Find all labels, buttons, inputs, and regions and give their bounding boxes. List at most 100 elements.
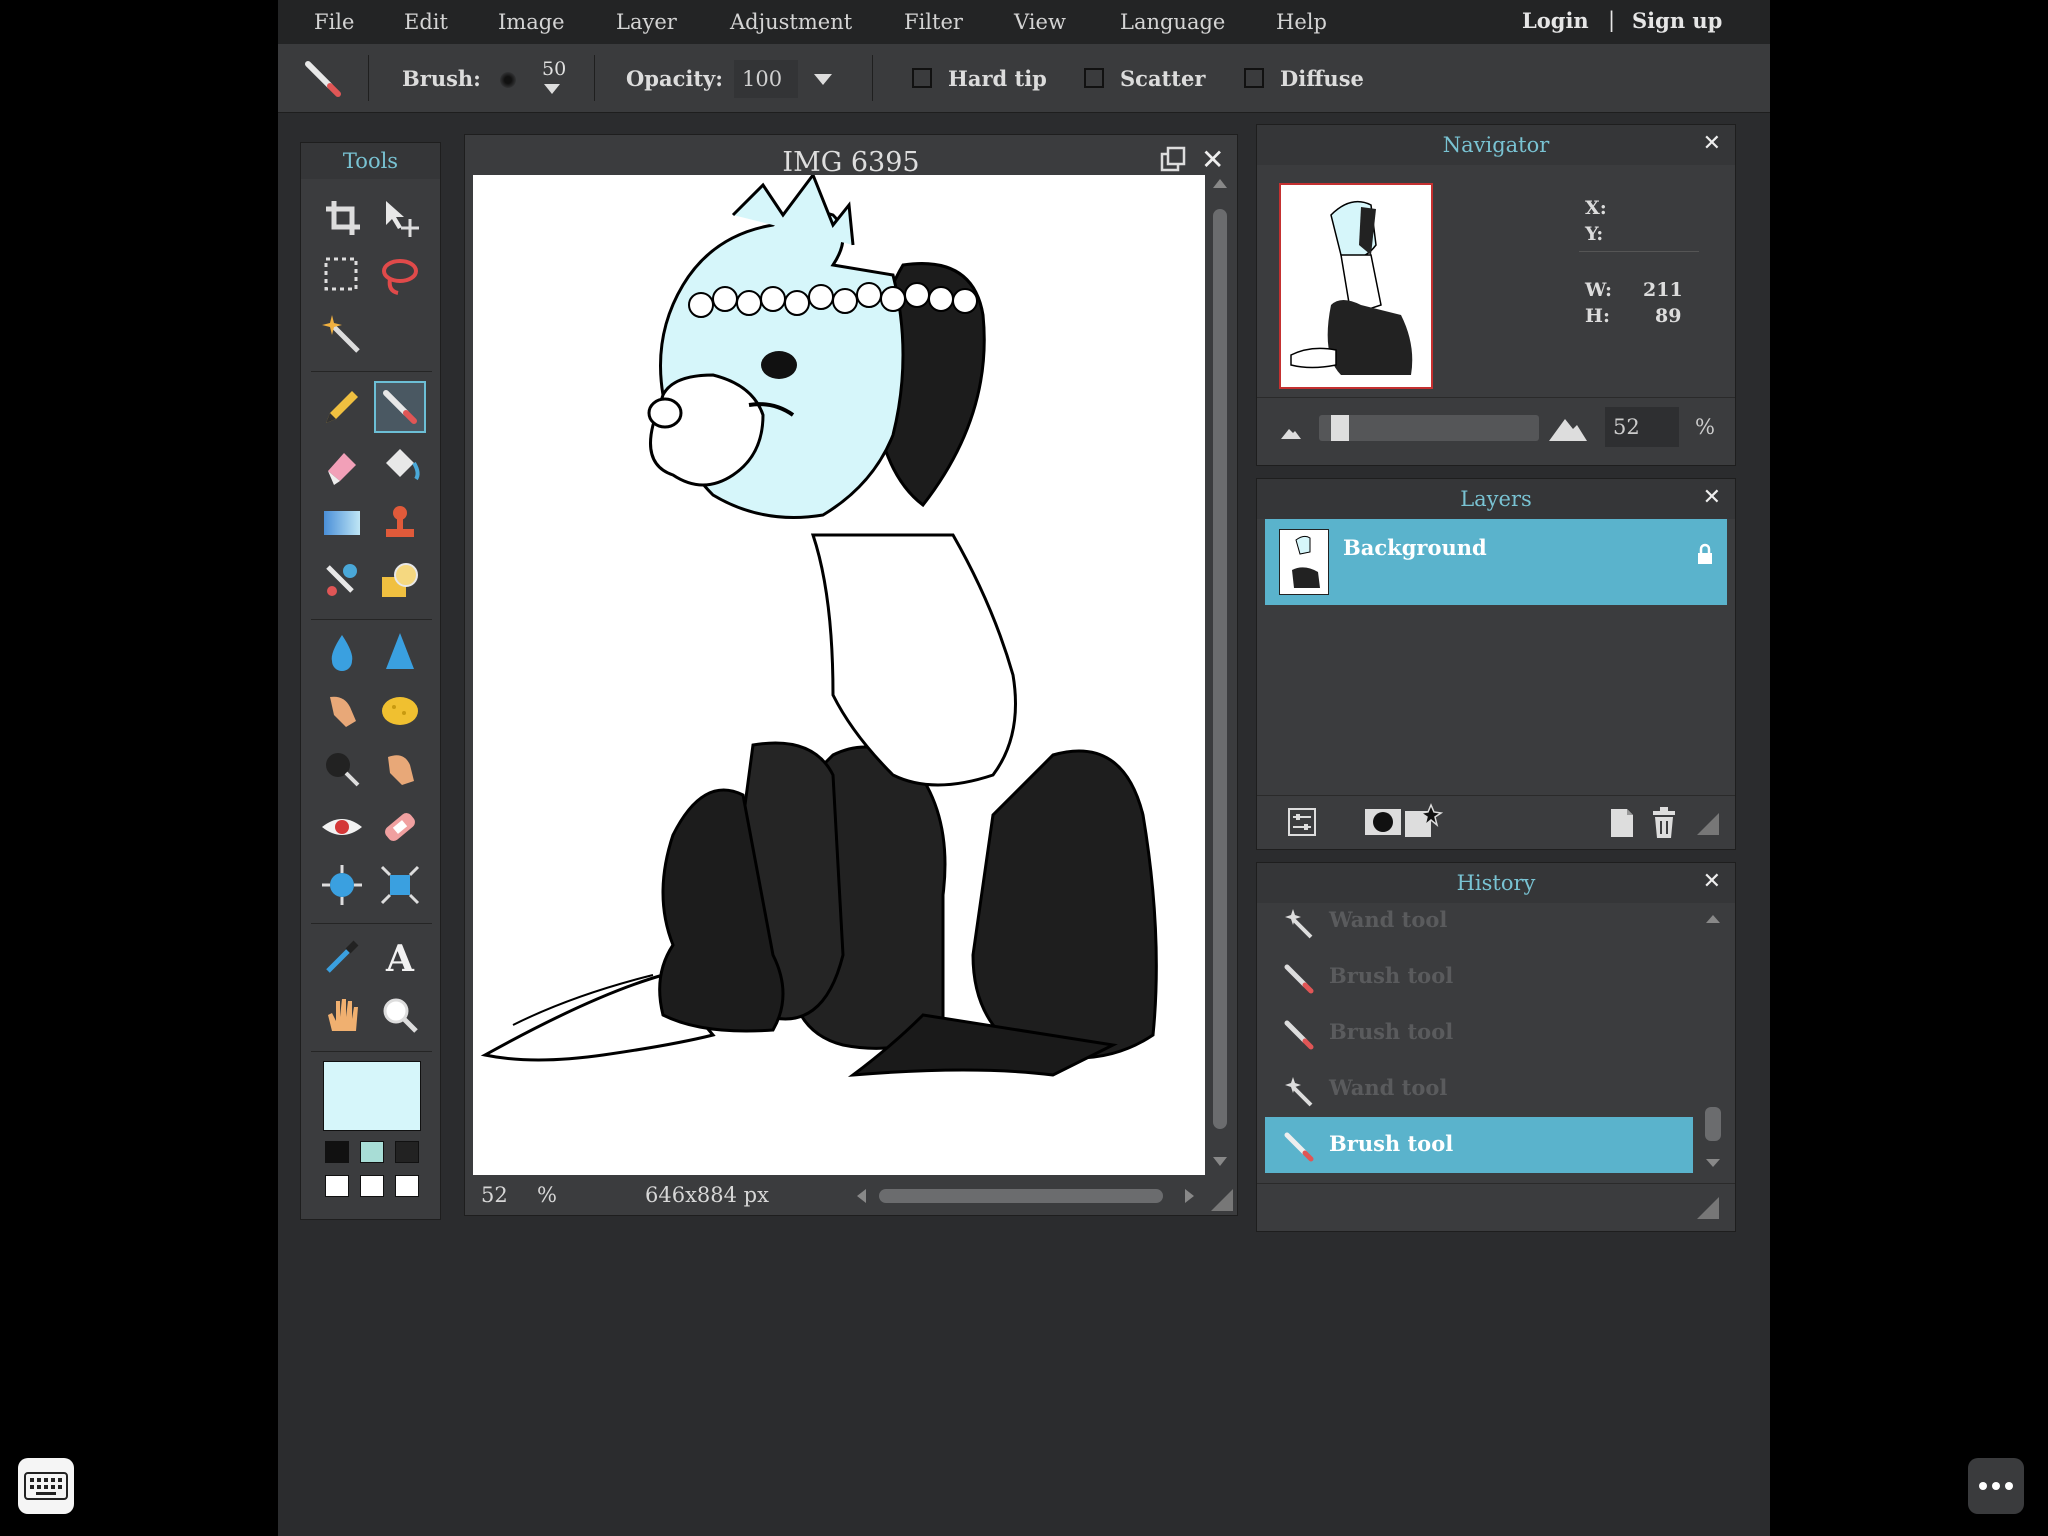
brush-preview-icon[interactable] [500, 72, 516, 88]
navigator-zoom-unit: % [1695, 415, 1715, 439]
zoom-slider-thumb[interactable] [1331, 415, 1349, 441]
menu-image[interactable]: Image [498, 10, 565, 34]
new-layer-icon[interactable] [1609, 807, 1635, 839]
sharpen-tool-icon[interactable] [376, 629, 424, 677]
zoom-in-icon[interactable] [1547, 413, 1589, 443]
smudge-tool-icon[interactable] [318, 687, 366, 735]
color-swatch[interactable] [395, 1141, 419, 1163]
brush-tool-icon[interactable] [374, 381, 426, 433]
layer-styles-icon[interactable] [1403, 803, 1444, 839]
text-tool-icon[interactable]: A [376, 933, 424, 981]
status-bar: 52 % 646x884 px [473, 1179, 1205, 1213]
layers-panel: Layers ✕ Background [1256, 478, 1736, 850]
resize-handle-icon[interactable] [1211, 1189, 1233, 1211]
navigator-zoom-input[interactable]: 52 [1605, 407, 1679, 447]
signup-link[interactable]: Sign up [1632, 8, 1722, 33]
opacity-input[interactable]: 100 [734, 60, 798, 98]
color-swatch[interactable] [325, 1175, 349, 1197]
primary-color-swatch[interactable] [323, 1061, 421, 1131]
crop-tool-icon[interactable] [318, 193, 366, 241]
editor-app: File Edit Image Layer Adjustment Filter … [278, 0, 1770, 1536]
spot-heal-tool-icon[interactable] [376, 803, 424, 851]
navigator-thumbnail[interactable] [1279, 183, 1433, 389]
menu-help[interactable]: Help [1276, 10, 1327, 34]
pencil-tool-icon[interactable] [318, 383, 366, 431]
scatter-checkbox[interactable] [1084, 68, 1104, 88]
history-item[interactable]: Brush tool [1265, 1005, 1693, 1061]
menu-language[interactable]: Language [1120, 10, 1225, 34]
more-options-button[interactable] [1968, 1458, 2024, 1514]
vertical-scroll-thumb[interactable] [1213, 209, 1227, 1129]
history-close-icon[interactable]: ✕ [1703, 869, 1721, 894]
menu-layer[interactable]: Layer [616, 10, 677, 34]
menu-adjustment[interactable]: Adjustment [730, 10, 852, 34]
history-scroll-up-icon[interactable] [1706, 915, 1720, 923]
color-swatch[interactable] [395, 1175, 419, 1197]
history-item[interactable]: Wand tool [1265, 903, 1693, 949]
scroll-down-icon[interactable] [1213, 1157, 1227, 1166]
zoom-value[interactable]: 52 [481, 1183, 508, 1207]
move-tool-icon[interactable] [376, 193, 424, 241]
color-swatch[interactable] [325, 1141, 349, 1163]
sponge-tool-icon[interactable] [376, 687, 424, 735]
scroll-left-icon[interactable] [857, 1189, 866, 1203]
history-item-selected[interactable]: Brush tool [1265, 1117, 1693, 1173]
bloat-tool-icon[interactable] [318, 861, 366, 909]
diffuse-checkbox[interactable] [1244, 68, 1264, 88]
eraser-tool-icon[interactable] [318, 441, 366, 489]
image-canvas[interactable] [473, 175, 1205, 1175]
brush-size-dropdown-icon[interactable] [544, 84, 560, 94]
hand-tool-icon[interactable] [318, 991, 366, 1039]
opacity-dropdown-icon[interactable] [814, 74, 832, 85]
lasso-tool-icon[interactable] [376, 251, 424, 299]
layer-mask-icon[interactable] [1363, 807, 1403, 837]
brush-icon [1284, 1132, 1314, 1162]
blur-tool-icon[interactable] [318, 629, 366, 677]
zoom-tool-icon[interactable] [376, 991, 424, 1039]
login-link[interactable]: Login [1522, 8, 1589, 33]
zoom-out-icon[interactable] [1279, 421, 1303, 441]
burn-tool-icon[interactable] [318, 745, 366, 793]
gradient-tool-icon[interactable] [318, 499, 366, 547]
scroll-up-icon[interactable] [1213, 179, 1227, 188]
scroll-right-icon[interactable] [1185, 1189, 1194, 1203]
layer-name[interactable]: Background [1343, 535, 1487, 560]
color-swatch[interactable] [360, 1141, 384, 1163]
zoom-slider[interactable] [1319, 415, 1539, 441]
paint-bucket-tool-icon[interactable] [376, 441, 424, 489]
history-item[interactable]: Brush tool [1265, 949, 1693, 1005]
layer-settings-icon[interactable] [1287, 807, 1317, 837]
layer-row-background[interactable]: Background [1265, 519, 1727, 605]
navigator-close-icon[interactable]: ✕ [1703, 131, 1721, 156]
layers-close-icon[interactable]: ✕ [1703, 485, 1721, 510]
color-swatch[interactable] [360, 1175, 384, 1197]
hard-tip-checkbox[interactable] [912, 68, 932, 88]
history-resize-icon[interactable] [1697, 1197, 1719, 1219]
horizontal-scroll-thumb[interactable] [879, 1189, 1163, 1203]
menu-filter[interactable]: Filter [904, 10, 963, 34]
magic-wand-tool-icon[interactable] [318, 309, 366, 357]
clone-stamp-tool-icon[interactable] [376, 499, 424, 547]
shape-tool-icon[interactable] [376, 557, 424, 605]
close-icon[interactable]: ✕ [1201, 143, 1224, 176]
layers-resize-icon[interactable] [1697, 813, 1719, 835]
color-picker-tool-icon[interactable] [318, 933, 366, 981]
dodge-tool-icon[interactable] [376, 745, 424, 793]
history-item[interactable]: Wand tool [1265, 1061, 1693, 1117]
keyboard-button[interactable] [18, 1458, 74, 1514]
brush-size-value[interactable]: 50 [542, 58, 566, 80]
menu-view[interactable]: View [1014, 10, 1066, 34]
history-scroll-down-icon[interactable] [1706, 1159, 1720, 1167]
color-replace-tool-icon[interactable] [318, 557, 366, 605]
nav-h-label: H: [1585, 305, 1610, 327]
pinch-tool-icon[interactable] [376, 861, 424, 909]
marquee-tool-icon[interactable] [318, 251, 366, 299]
history-scroll-thumb[interactable] [1705, 1107, 1721, 1141]
red-eye-tool-icon[interactable] [318, 803, 366, 851]
menu-file[interactable]: File [314, 10, 354, 34]
delete-layer-icon[interactable] [1651, 807, 1677, 839]
vertical-scrollbar[interactable] [1209, 179, 1231, 1179]
maximize-icon[interactable] [1159, 145, 1187, 173]
menu-edit[interactable]: Edit [404, 10, 448, 34]
history-scrollbar[interactable] [1701, 907, 1725, 1177]
